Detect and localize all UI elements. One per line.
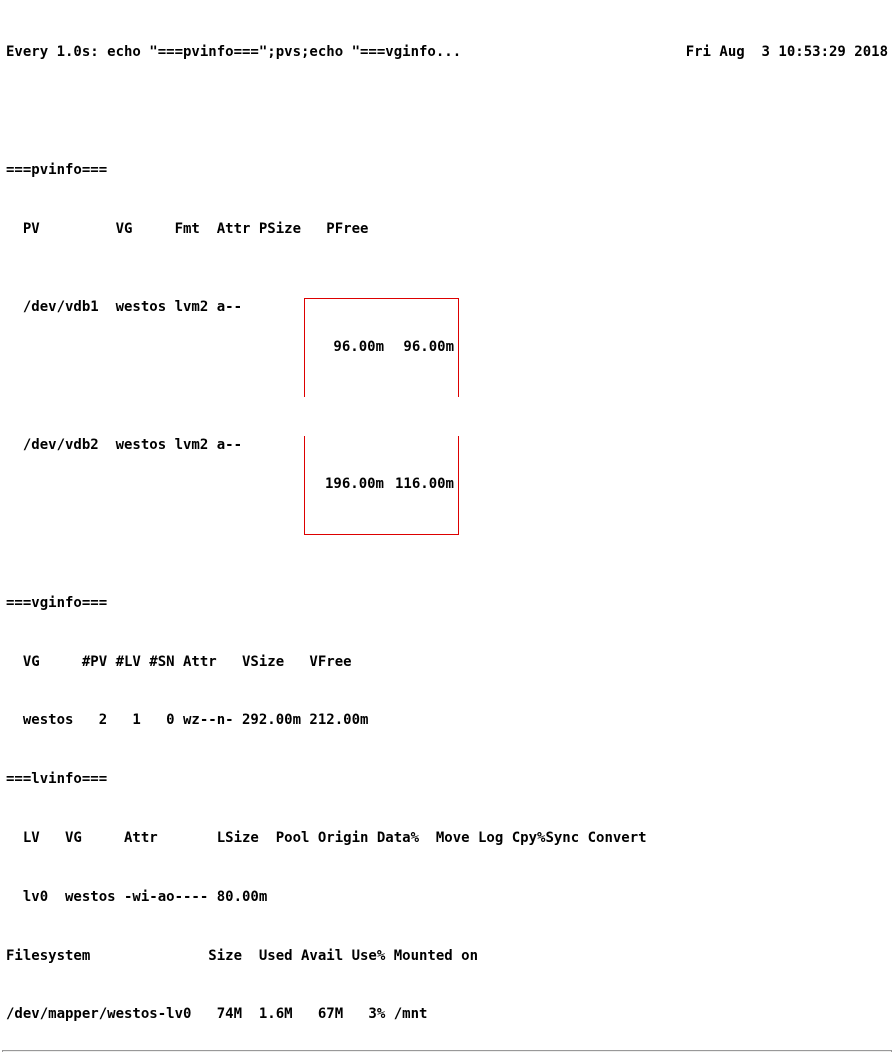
pvinfo-header: ===pvinfo=== [6,161,888,181]
watch-header-line: Every 1.0s: echo "===pvinfo===";pvs;echo… [6,43,888,63]
fs-row: /dev/mapper/westos-lv0 74M 1.6M 67M 3% /… [6,1005,888,1025]
watch-command-text: Every 1.0s: echo "===pvinfo===";pvs;echo… [6,43,461,63]
pv-row-1: /dev/vdb1 westos lvm2 a-- 96.00m 96.00m [6,298,888,397]
pv-row-2: /dev/vdb2 westos lvm2 a-- 196.00m 116.00… [6,436,888,535]
pv-row-1-left: /dev/vdb1 westos lvm2 a-- [6,298,304,397]
lv-row: lv0 westos -wi-ao---- 80.00m [6,888,888,908]
red-highlight-box: 96.00m 96.00m [304,298,459,397]
vginfo-header: ===vginfo=== [6,594,888,614]
pv-row-1-psize: 96.00m [309,338,384,358]
pv-row-2-psize: 196.00m [309,475,384,495]
terminal-window: root@localhost:~ File Edit View Search T… [2,1050,892,1052]
vg-row: westos 2 1 0 wz--n- 292.00m 212.00m [6,711,888,731]
fs-columns: Filesystem Size Used Avail Use% Mounted … [6,947,888,967]
pv-row-2-pfree: 116.00m [384,475,454,495]
pv-columns: PV VG Fmt Attr PSize PFree [6,220,888,240]
blank-line [6,102,888,122]
vg-columns: VG #PV #LV #SN Attr VSize VFree [6,653,888,673]
pv-row-1-pfree: 96.00m [384,338,454,358]
red-highlight-box: 196.00m 116.00m [304,436,459,535]
watch-timestamp: Fri Aug 3 10:53:29 2018 [686,43,888,63]
lvinfo-header: ===lvinfo=== [6,770,888,790]
watch-output-pane: Every 1.0s: echo "===pvinfo===";pvs;echo… [0,0,894,1048]
lv-columns: LV VG Attr LSize Pool Origin Data% Move … [6,829,888,849]
pv-row-2-left: /dev/vdb2 westos lvm2 a-- [6,436,304,535]
titlebar[interactable]: root@localhost:~ [3,1051,891,1052]
